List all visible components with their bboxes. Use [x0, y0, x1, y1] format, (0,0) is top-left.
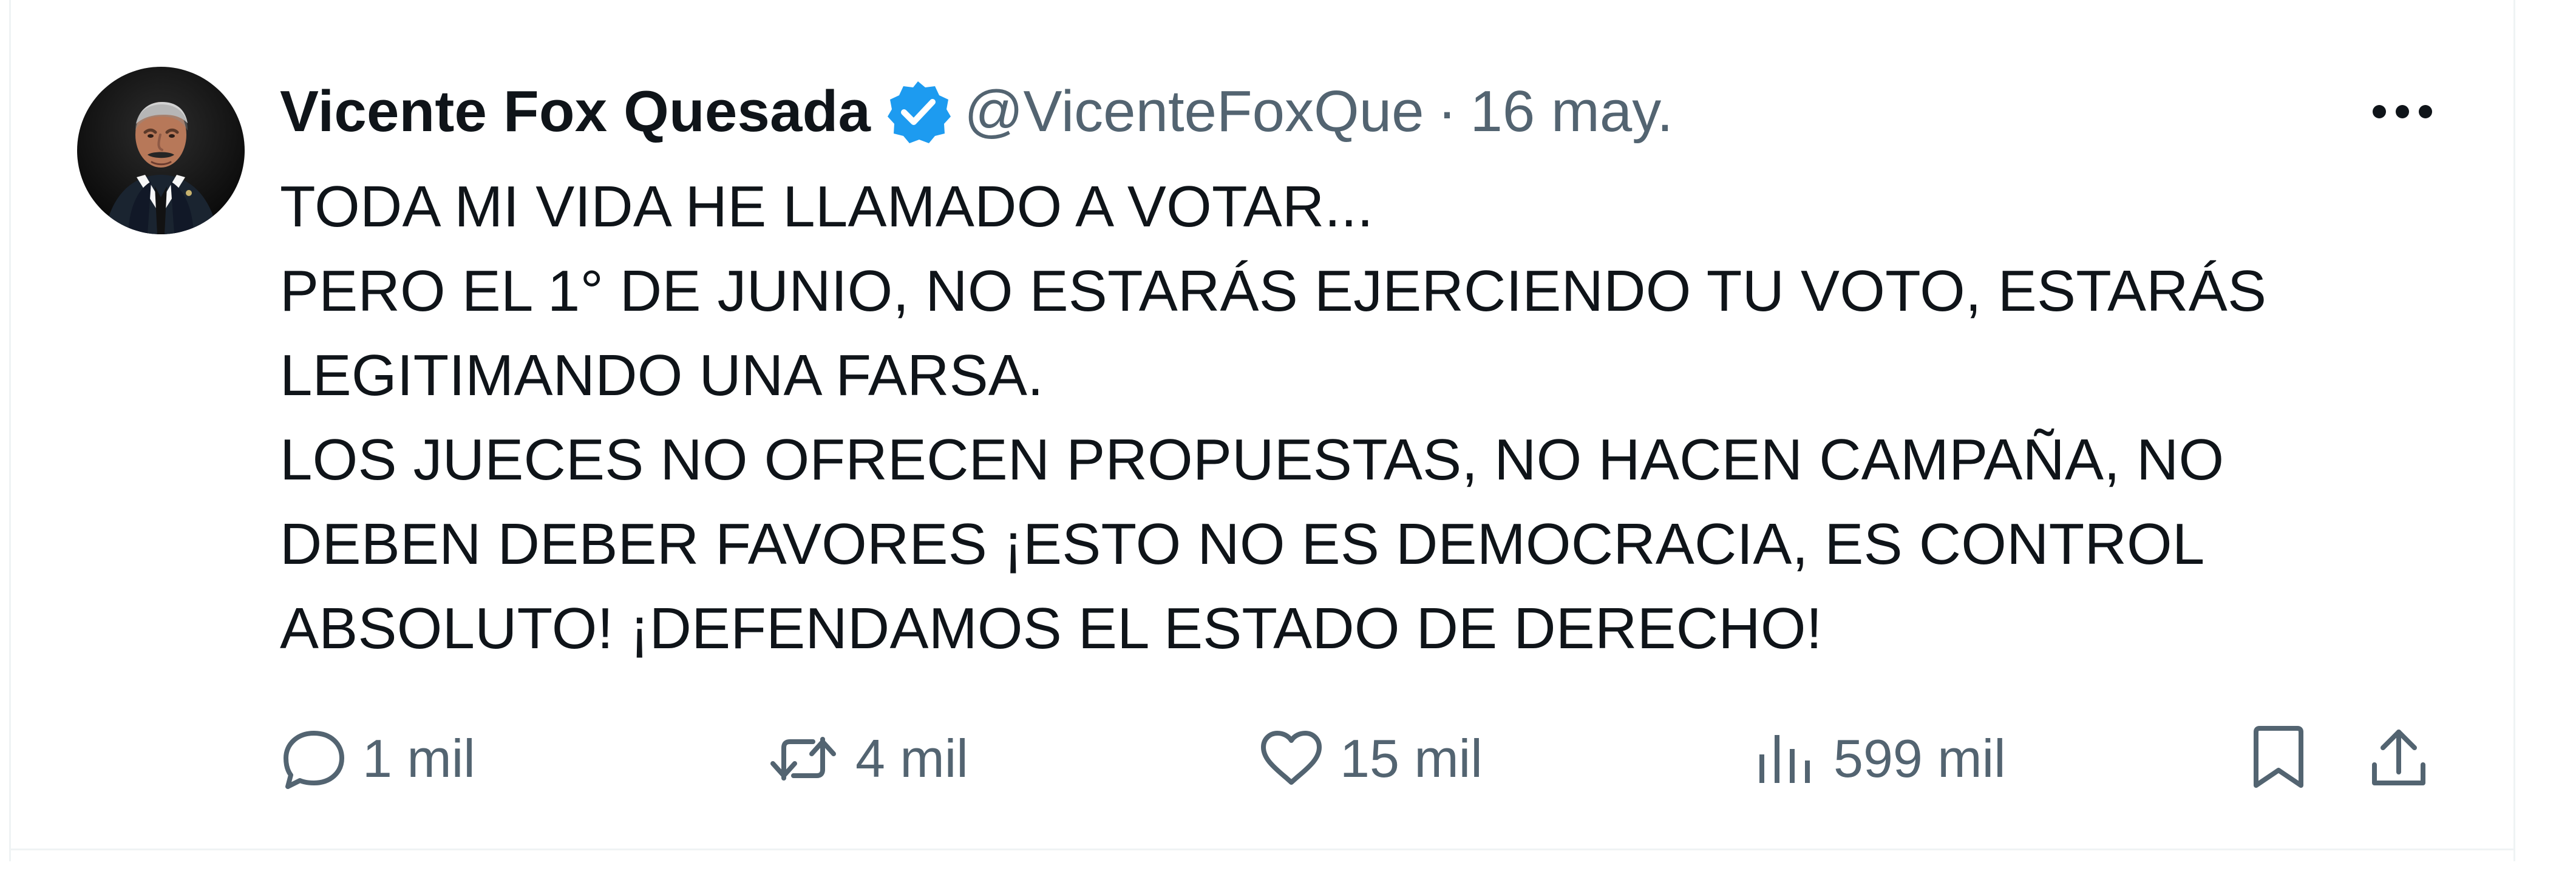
share-button[interactable]: [2360, 720, 2437, 797]
tweet-text-line: PERO EL 1° DE JUNIO, NO ESTARÁS EJERCIEN…: [280, 259, 2267, 324]
meta-separator: ·: [1437, 79, 1457, 144]
tweet-text: TODA MI VIDA HE LLAMADO A VOTAR... PERO …: [280, 164, 2417, 671]
verified-badge-icon: [885, 79, 951, 144]
views-button[interactable]: 599 mil: [1751, 710, 2006, 807]
tweet-text-line: LEGITIMANDO UNA FARSA.: [280, 343, 1044, 408]
tweet-actions: 1 mil 4 mil 15 mil 599 mil: [280, 710, 2441, 807]
tweet-text-line: TODA MI VIDA HE LLAMADO A VOTAR...: [280, 174, 1374, 239]
tweet-card[interactable]: Vicente Fox Quesada @VicenteFoxQue · 16 …: [0, 0, 2576, 874]
tweet-header: Vicente Fox Quesada @VicenteFoxQue · 16 …: [280, 78, 1673, 145]
bookmark-icon: [2250, 723, 2307, 794]
more-options-icon: [2371, 103, 2434, 121]
reply-count: 1 mil: [362, 728, 475, 788]
tweet-text-line: DEBEN DEBER FAVORES ¡ESTO NO ES DEMOCRAC…: [280, 512, 2205, 577]
heart-icon: [1257, 727, 1325, 790]
author-handle[interactable]: @VicenteFoxQue: [964, 78, 1424, 145]
repost-button[interactable]: 4 mil: [766, 710, 968, 807]
tweet-text-line: LOS JUECES NO OFRECEN PROPUESTAS, NO HAC…: [280, 427, 2224, 492]
like-button[interactable]: 15 mil: [1257, 710, 1483, 807]
tweet-timestamp[interactable]: 16 may.: [1470, 78, 1673, 145]
repost-count: 4 mil: [855, 728, 968, 788]
reply-button[interactable]: 1 mil: [280, 710, 475, 807]
share-icon: [2366, 725, 2432, 793]
like-count: 15 mil: [1340, 728, 1483, 788]
tweet-text-line: ABSOLUTO! ¡DEFENDAMOS EL ESTADO DE DEREC…: [280, 596, 1823, 661]
view-count: 599 mil: [1833, 728, 2006, 788]
views-icon: [1751, 727, 1819, 790]
reply-icon: [280, 727, 348, 790]
repost-icon: [766, 727, 841, 790]
bookmark-button[interactable]: [2242, 720, 2315, 797]
more-options-button[interactable]: [2371, 92, 2434, 131]
author-name[interactable]: Vicente Fox Quesada: [280, 78, 871, 145]
author-avatar[interactable]: [77, 67, 245, 234]
